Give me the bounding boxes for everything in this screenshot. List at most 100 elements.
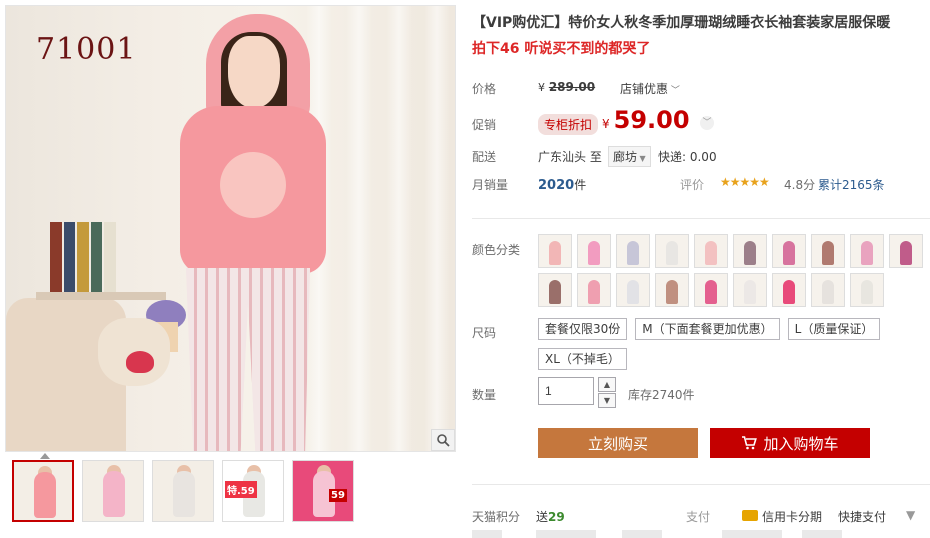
cutoff-row bbox=[472, 530, 930, 538]
color-swatch[interactable] bbox=[733, 234, 767, 268]
chevron-down-icon[interactable]: ﹀ bbox=[700, 116, 714, 130]
points-number: 29 bbox=[548, 510, 565, 524]
payment-label: 支付 bbox=[686, 510, 711, 524]
monthly-sales-count: 2020 bbox=[538, 178, 575, 193]
color-swatch[interactable] bbox=[772, 234, 806, 268]
promo-tag-badge: 专柜折扣 bbox=[538, 114, 599, 135]
color-swatch[interactable] bbox=[850, 234, 884, 268]
ship-from: 广东汕头 至 bbox=[538, 148, 602, 165]
ship-to-word: 至 bbox=[589, 150, 602, 164]
decrease-quantity-button[interactable]: ▼ bbox=[598, 393, 616, 408]
main-product-image[interactable]: 71001 bbox=[5, 5, 456, 452]
thumb-badge: 59 bbox=[329, 489, 347, 502]
color-swatch-list bbox=[538, 234, 928, 307]
color-swatch[interactable] bbox=[850, 273, 884, 307]
swatch-figure bbox=[588, 241, 600, 265]
swatch-figure bbox=[588, 280, 600, 304]
curtain-decor bbox=[424, 6, 450, 451]
destination-value: 廊坊 bbox=[613, 150, 638, 164]
cart-icon bbox=[742, 436, 758, 450]
color-swatch[interactable] bbox=[889, 234, 923, 268]
caret-down-icon[interactable]: ▼ bbox=[906, 508, 915, 522]
buy-now-button[interactable]: 立刻购买 bbox=[538, 428, 698, 458]
size-option[interactable]: L（质量保证） bbox=[787, 318, 881, 340]
model-pants-shape bbox=[186, 268, 310, 451]
thumb-pointer-icon bbox=[40, 453, 50, 459]
points-prefix: 送 bbox=[536, 510, 549, 524]
size-option[interactable]: XL（不掉毛） bbox=[538, 348, 627, 370]
color-label: 颜色分类 bbox=[472, 243, 521, 257]
swatch-figure bbox=[822, 280, 834, 304]
books-shape bbox=[50, 222, 116, 294]
color-swatch[interactable] bbox=[655, 273, 689, 307]
chevron-down-icon: ﹀ bbox=[668, 86, 680, 96]
currency-symbol: ¥ bbox=[602, 117, 610, 131]
thumbnail-strip: 特.59 59 bbox=[12, 460, 354, 522]
product-title: 【VIP购优汇】特价女人秋冬季加厚珊瑚绒睡衣长袖套装家居服保暖 bbox=[472, 15, 891, 31]
ship-from-location: 广东汕头 bbox=[538, 150, 587, 164]
quantity-input[interactable] bbox=[538, 377, 594, 405]
curtain-decor bbox=[346, 6, 372, 451]
thumbnail[interactable]: 59 bbox=[292, 460, 354, 522]
color-swatch[interactable] bbox=[811, 234, 845, 268]
swatch-figure bbox=[861, 280, 873, 304]
divider bbox=[472, 484, 930, 485]
color-swatch[interactable] bbox=[577, 273, 611, 307]
caret-down-icon: ▼ bbox=[637, 154, 646, 163]
product-subtitle: 拍下46 听说买不到的都哭了 bbox=[472, 41, 651, 57]
product-gallery: 71001 特.59 59 bbox=[0, 0, 462, 538]
promo-label: 促销 bbox=[472, 118, 497, 132]
express-fee: 快递: 0.00 bbox=[658, 150, 717, 164]
curtain-decor bbox=[386, 6, 412, 451]
star-rating-icon: ★★★★★ bbox=[720, 175, 770, 189]
color-swatch[interactable] bbox=[733, 273, 767, 307]
increase-quantity-button[interactable]: ▲ bbox=[598, 377, 616, 392]
add-to-cart-button[interactable]: 加入购物车 bbox=[710, 428, 870, 458]
color-swatch[interactable] bbox=[538, 234, 572, 268]
swatch-figure bbox=[627, 280, 639, 304]
store-promo-label: 店铺优惠 bbox=[620, 82, 669, 96]
thumbnail[interactable] bbox=[82, 460, 144, 522]
shelf-shape bbox=[36, 292, 166, 300]
rating-score: 4.8分 bbox=[784, 178, 816, 192]
current-price: ¥59.00 bbox=[602, 106, 690, 134]
swatch-figure bbox=[900, 241, 912, 265]
swatch-figure bbox=[744, 241, 756, 265]
current-price-value: 59.00 bbox=[613, 106, 690, 134]
swatch-figure bbox=[783, 280, 795, 304]
color-swatch[interactable] bbox=[577, 234, 611, 268]
color-swatch[interactable] bbox=[538, 273, 572, 307]
divider bbox=[472, 218, 930, 219]
color-swatch[interactable] bbox=[694, 234, 728, 268]
size-option[interactable]: M（下面套餐更加优惠） bbox=[635, 318, 780, 340]
quick-pay-link[interactable]: 快捷支付 bbox=[838, 508, 886, 525]
color-swatch[interactable] bbox=[616, 234, 650, 268]
thumb-badge: 特.59 bbox=[225, 481, 257, 498]
swatch-figure bbox=[783, 241, 795, 265]
color-swatch[interactable] bbox=[694, 273, 728, 307]
thumbnail[interactable]: 特.59 bbox=[222, 460, 284, 522]
thumbnail[interactable] bbox=[152, 460, 214, 522]
destination-selector[interactable]: 廊坊 ▼ bbox=[608, 146, 651, 167]
size-option-list: 套餐仅限30份 M（下面套餐更加优惠） L（质量保证） XL（不掉毛） bbox=[538, 318, 918, 370]
credit-card-icon bbox=[742, 510, 758, 521]
swatch-figure bbox=[549, 241, 561, 265]
currency-symbol: ¥ bbox=[538, 81, 545, 94]
color-swatch[interactable] bbox=[811, 273, 845, 307]
store-promo-dropdown[interactable]: 店铺优惠 ﹀ bbox=[620, 80, 680, 97]
review-count-link[interactable]: 累计2165条 bbox=[818, 176, 885, 193]
size-option[interactable]: 套餐仅限30份 bbox=[538, 318, 628, 340]
color-swatch[interactable] bbox=[772, 273, 806, 307]
color-swatch[interactable] bbox=[616, 273, 650, 307]
original-price-value: 289.00 bbox=[548, 80, 596, 94]
original-price: ¥ 289.00 bbox=[538, 80, 595, 94]
installment-link[interactable]: 信用卡分期 bbox=[762, 508, 822, 525]
price-label: 价格 bbox=[472, 82, 497, 96]
size-label: 尺码 bbox=[472, 326, 497, 340]
quantity-label: 数量 bbox=[472, 388, 497, 402]
color-swatch[interactable] bbox=[655, 234, 689, 268]
thumbnail[interactable] bbox=[12, 460, 74, 522]
sku-code-text: 71001 bbox=[36, 32, 137, 67]
magnifier-icon[interactable] bbox=[431, 429, 455, 451]
monthly-sales-unit: 件 bbox=[574, 178, 587, 192]
